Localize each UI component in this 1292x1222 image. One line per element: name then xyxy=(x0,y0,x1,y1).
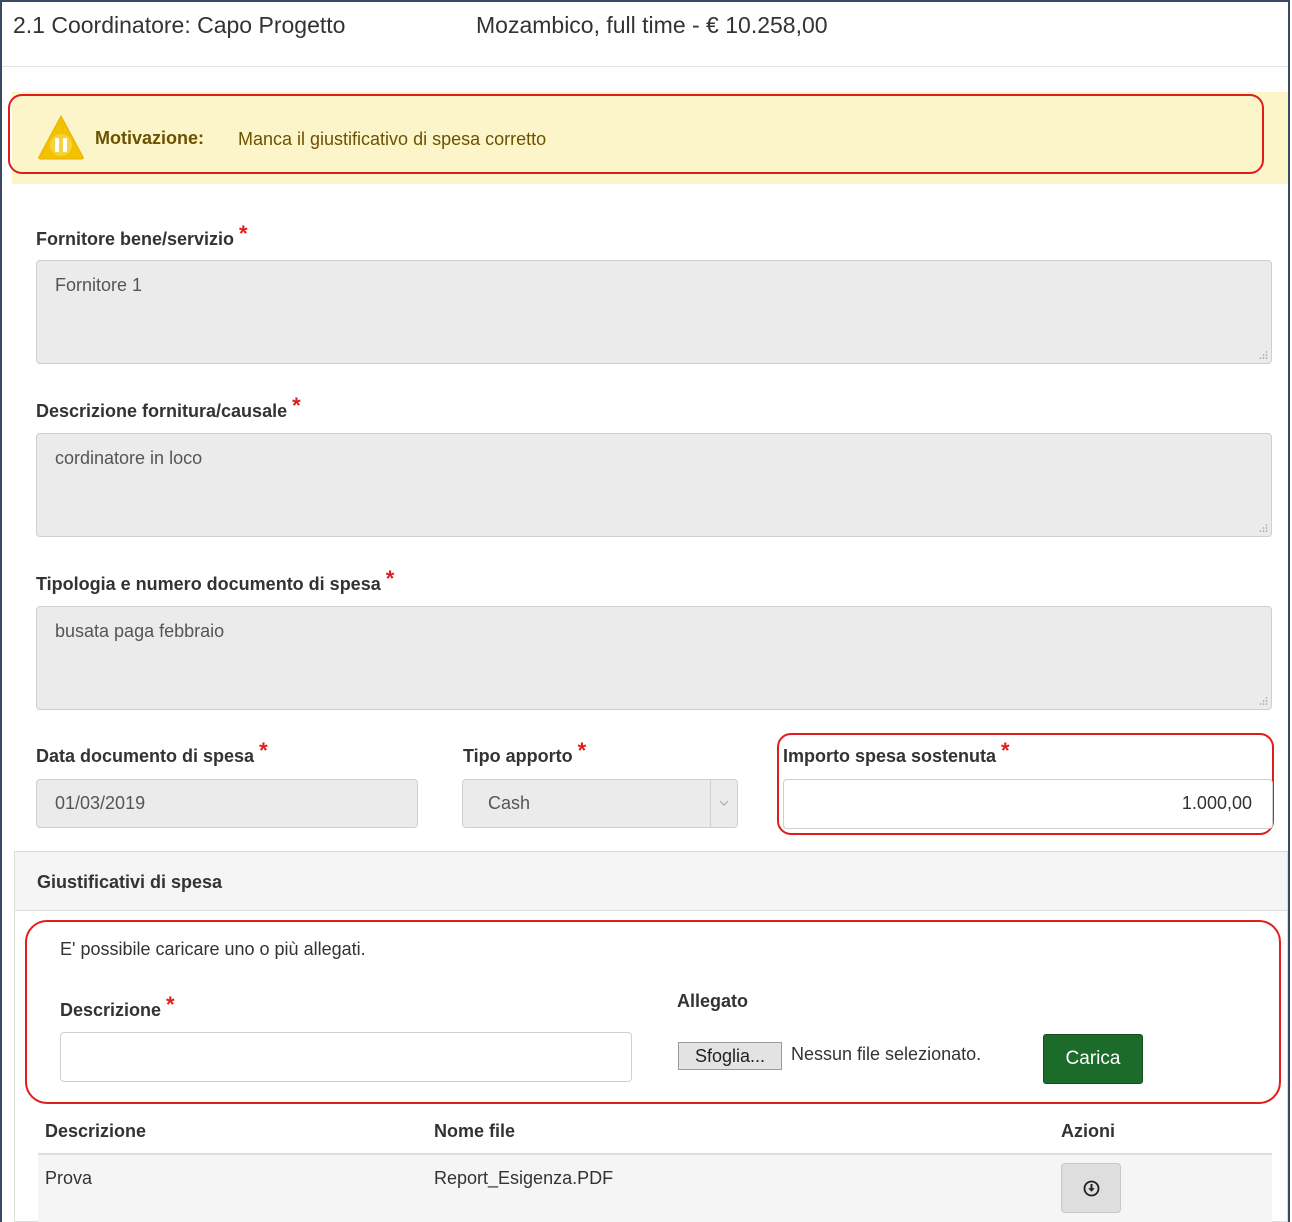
attachment-description-label: Descrizione * xyxy=(60,992,175,1022)
resize-handle-icon[interactable] xyxy=(1258,696,1268,706)
attachments-panel-title: Giustificativi di spesa xyxy=(37,872,223,892)
upload-button[interactable]: Carica xyxy=(1043,1034,1143,1084)
description-label-text: Descrizione fornitura/causale xyxy=(36,401,288,421)
table-header-description: Descrizione xyxy=(45,1121,147,1141)
download-icon xyxy=(1083,1180,1100,1197)
doc-type-textarea[interactable]: busata paga febbraio xyxy=(36,606,1272,710)
table-header-file-name: Nome file xyxy=(434,1121,516,1141)
amount-input[interactable]: 1.000,00 xyxy=(783,779,1273,829)
doc-type-label-text: Tipologia e numero documento di spesa xyxy=(36,574,381,594)
description-value: cordinatore in loco xyxy=(55,448,203,468)
doc-date-label: Data documento di spesa * xyxy=(36,738,268,768)
amount-label: Importo spesa sostenuta * xyxy=(783,738,1010,768)
required-marker: * xyxy=(292,393,301,418)
row-description: Prova xyxy=(45,1168,93,1188)
description-label: Descrizione fornitura/causale * xyxy=(36,393,301,423)
required-marker: * xyxy=(577,738,587,763)
table-header-actions: Azioni xyxy=(1061,1121,1115,1141)
page-header: 2.1 Coordinatore: Capo Progetto Mozambic… xyxy=(2,2,1288,67)
alert-highlight-outline xyxy=(8,94,1264,174)
supplier-value: Fornitore 1 xyxy=(55,275,143,295)
contribution-type-select[interactable]: Cash xyxy=(462,779,738,828)
attachment-description-input[interactable] xyxy=(60,1032,632,1082)
item-info: Mozambico, full time - € 10.258,00 xyxy=(476,12,828,38)
required-marker: * xyxy=(385,566,395,591)
doc-date-label-text: Data documento di spesa xyxy=(36,746,255,766)
required-marker: * xyxy=(166,992,175,1017)
required-marker: * xyxy=(1001,738,1010,763)
attachment-description-label-text: Descrizione xyxy=(60,1000,162,1020)
no-file-selected-text: Nessun file selezionato. xyxy=(791,1044,982,1064)
description-textarea[interactable]: cordinatore in loco xyxy=(36,433,1272,537)
doc-type-value: busata paga febbraio xyxy=(55,621,225,641)
required-marker: * xyxy=(259,738,268,763)
supplier-textarea[interactable]: Fornitore 1 xyxy=(36,260,1272,364)
amount-value: 1.000,00 xyxy=(1181,793,1252,813)
resize-handle-icon[interactable] xyxy=(1258,523,1268,533)
doc-date-input[interactable]: 01/03/2019 xyxy=(36,779,418,828)
browse-button[interactable]: Sfoglia... xyxy=(678,1042,782,1070)
resize-handle-icon[interactable] xyxy=(1258,350,1268,360)
item-code-title: 2.1 Coordinatore: Capo Progetto xyxy=(13,12,346,38)
attachment-file-label: Allegato xyxy=(677,991,749,1011)
contribution-type-label: Tipo apporto * xyxy=(463,738,586,768)
contribution-type-label-text: Tipo apporto xyxy=(463,746,573,766)
doc-type-label: Tipologia e numero documento di spesa * xyxy=(36,566,394,596)
row-file-name: Report_Esigenza.PDF xyxy=(434,1168,614,1188)
contribution-type-value: Cash xyxy=(488,793,531,813)
supplier-label-text: Fornitore bene/servizio xyxy=(36,229,235,249)
download-button[interactable] xyxy=(1061,1163,1121,1213)
select-caret[interactable] xyxy=(710,780,737,827)
doc-date-value: 01/03/2019 xyxy=(55,793,146,813)
amount-label-text: Importo spesa sostenuta xyxy=(783,746,997,766)
upload-hint: E' possibile caricare uno o più allegati… xyxy=(60,939,366,959)
supplier-label: Fornitore bene/servizio * xyxy=(36,221,248,251)
required-marker: * xyxy=(239,221,248,246)
chevron-down-icon xyxy=(719,800,729,806)
